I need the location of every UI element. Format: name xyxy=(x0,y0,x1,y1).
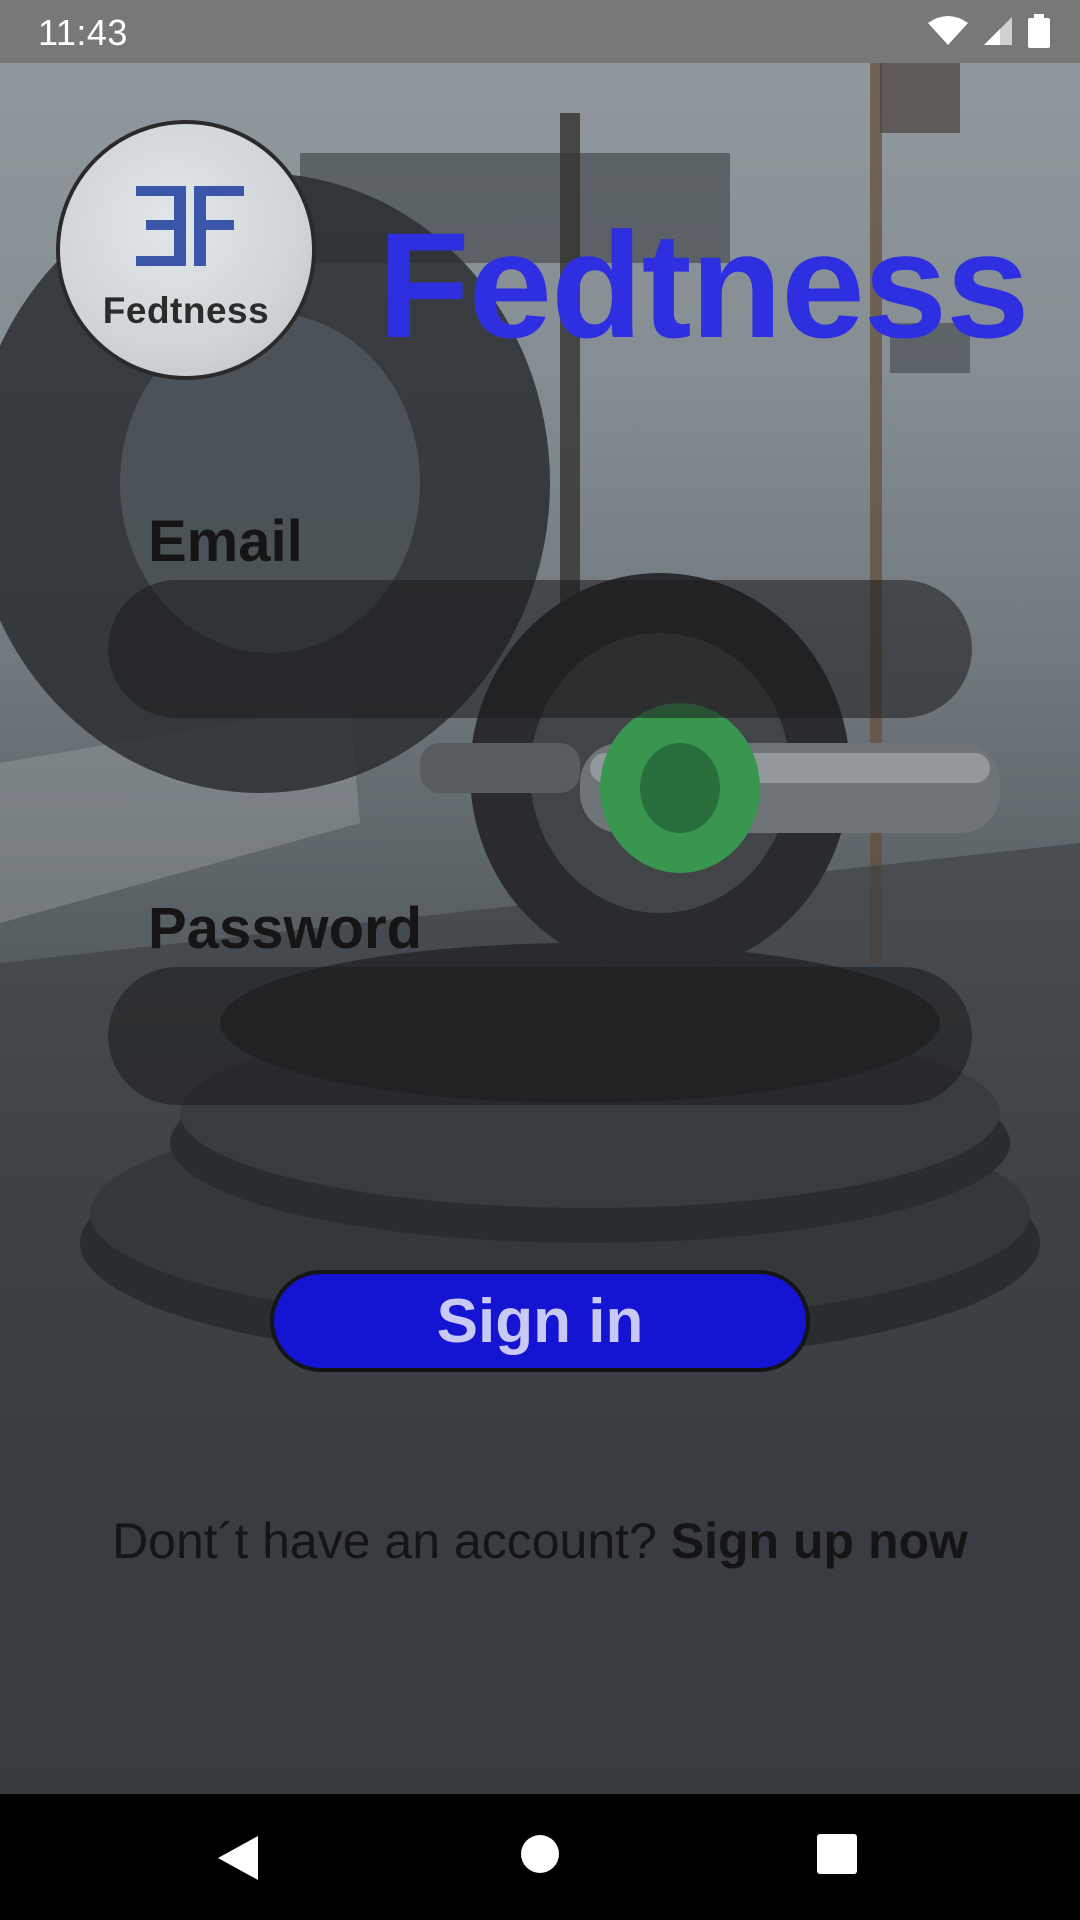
recents-icon[interactable] xyxy=(817,1834,857,1874)
battery-icon xyxy=(1028,14,1050,48)
sign-in-button[interactable]: Sign in xyxy=(270,1270,810,1372)
fedtness-logo: Fedtness xyxy=(56,120,316,380)
signal-icon xyxy=(984,17,1012,45)
email-input[interactable] xyxy=(108,580,972,718)
fedtness-logo-mark-icon xyxy=(136,186,244,266)
email-label: Email xyxy=(148,509,303,574)
sign-up-link[interactable]: Sign up now xyxy=(671,1513,968,1569)
status-bar: 11:43 xyxy=(0,0,1080,63)
password-input[interactable] xyxy=(108,967,972,1105)
app-title: Fedtness xyxy=(378,201,1030,369)
signup-prompt: Dont´t have an account? Sign up now xyxy=(0,1512,1080,1570)
back-icon[interactable] xyxy=(216,1834,260,1882)
status-icons xyxy=(928,14,1050,48)
logo-wordmark: Fedtness xyxy=(102,290,270,331)
wifi-icon xyxy=(928,16,968,45)
navigation-bar xyxy=(0,1794,1080,1920)
status-time: 11:43 xyxy=(38,12,128,53)
signup-prompt-text: Dont´t have an account? xyxy=(112,1513,671,1569)
password-label: Password xyxy=(148,896,422,961)
home-icon[interactable] xyxy=(520,1834,560,1874)
